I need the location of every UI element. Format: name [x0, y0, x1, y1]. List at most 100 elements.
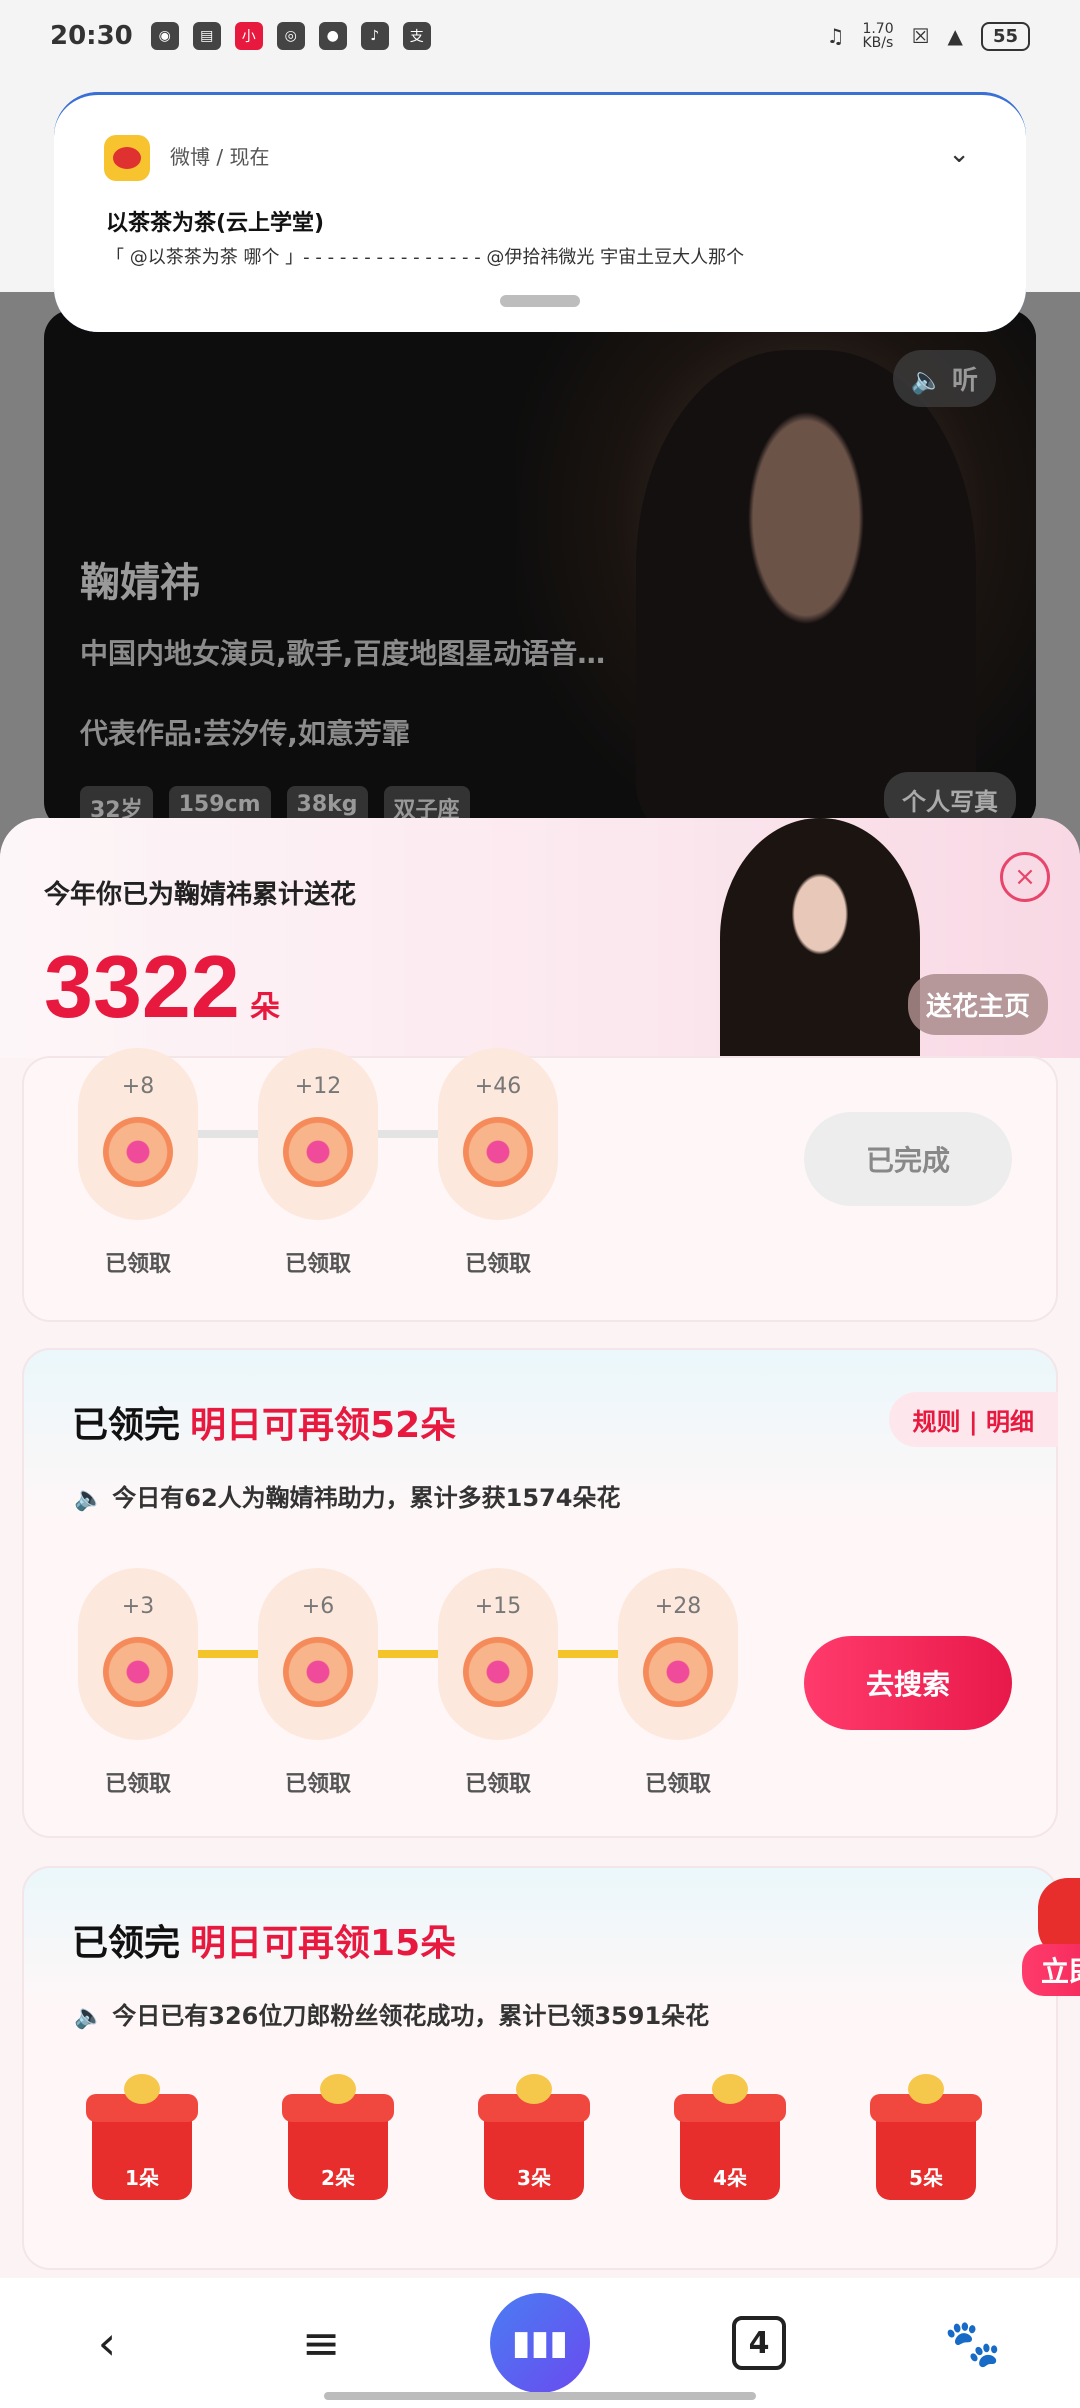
flower-icon [283, 1117, 353, 1187]
chain-link [198, 1130, 258, 1138]
sheet-subtitle: 今年你已为鞠婧祎累计送花 [44, 880, 357, 910]
reward-node: +28 已领取 [618, 1568, 738, 1797]
gift-label: 3朵 [517, 2166, 551, 2190]
flower-icon [463, 1117, 533, 1187]
no-sim-icon: ☒ [911, 24, 930, 48]
star-desc: 中国内地女演员,歌手,百度地图星动语音… [80, 637, 606, 670]
drag-handle[interactable] [500, 295, 580, 307]
reward-amount: +12 [294, 1074, 342, 1099]
dianping-icon: ◎ [276, 22, 305, 50]
reward-chain-2: +3 已领取 +6 已领取 +15 已领取 +28 已领取 [78, 1568, 738, 1797]
star-portrait [636, 350, 976, 830]
reward-status: 已领取 [644, 1772, 711, 1797]
reward-node: +12 已领取 [258, 1048, 378, 1277]
listen-button[interactable]: 🔈 听 [892, 350, 996, 407]
rules-detail-link[interactable]: 规则 | 明细 [888, 1392, 1058, 1447]
baidu-paw-icon[interactable]: 🐾 [928, 2298, 1018, 2388]
headphones-icon: ♫ [826, 24, 845, 48]
reward-chain-1: +8 已领取 +12 已领取 +46 已领取 [78, 1048, 558, 1277]
xiaohongshu-icon: 小 [234, 22, 263, 50]
notification-body: 微博 / 现在 ⌄ 以茶茶为茶(云上学堂) 「 @以茶茶为茶 哪个 」- - -… [54, 92, 1026, 332]
sheet-header: 今年你已为鞠婧祎累计送花 3322 朵 × 送花主页 [0, 818, 1080, 1058]
gift-label: 5朵 [909, 2166, 943, 2190]
reward-node: +8 已领取 [78, 1048, 198, 1277]
task-highlight: 明日可再领52朵 [190, 1405, 457, 1446]
reward-node: +46 已领取 [438, 1048, 558, 1277]
reward-amount: +8 [121, 1074, 155, 1099]
speaker-icon: 🔈 [74, 2002, 104, 2030]
helper-text: 今日已有326位刀郎粉丝领花成功，累计已领3591朵花 [112, 2002, 710, 2030]
tabs-count: 4 [732, 2316, 786, 2370]
tabs-button[interactable]: 4 [714, 2298, 804, 2388]
helper-info: 🔈 今日有62人为鞠婧祎助力，累计多获1574朵花 [74, 1478, 620, 1513]
task-title: 已领完 明日可再领52朵 [72, 1396, 456, 1448]
gift-box-icon[interactable]: 2朵 [282, 2074, 394, 2200]
bottom-nav: ‹ ≡ ▮▮▮ 4 🐾 [0, 2278, 1080, 2408]
gift-row: 1朵 2朵 3朵 4朵 5朵 [86, 2074, 982, 2200]
notification-banner[interactable]: 微博 / 现在 ⌄ 以茶茶为茶(云上学堂) 「 @以茶茶为茶 哪个 」- - -… [54, 92, 1026, 332]
task-status: 已领完 [72, 1405, 181, 1446]
notification-title: 以茶茶为茶(云上学堂) [106, 211, 325, 236]
speaker-icon: 🔈 [74, 1484, 104, 1512]
star-card[interactable]: 🔈 听 鞠婧祎 中国内地女演员,歌手,百度地图星动语音… 代表作品:芸汐传,如意… [44, 310, 1036, 830]
notification-icons: ◉ ▤ 小 ◎ ● ♪ 支 [150, 22, 431, 50]
reward-status: 已领取 [104, 1772, 171, 1797]
reward-amount: +46 [474, 1074, 522, 1099]
gift-label: 2朵 [321, 2166, 355, 2190]
chevron-down-icon[interactable]: ⌄ [948, 139, 970, 169]
close-icon[interactable]: × [1000, 852, 1050, 902]
notification-app: 微博 [170, 145, 210, 169]
status-right: ♫ 1.70 KB/s ☒ ▲ 55 [826, 21, 1030, 51]
task-title: 已领完 明日可再领15朵 [72, 1914, 456, 1966]
gift-box-icon[interactable]: 1朵 [86, 2074, 198, 2200]
chain-link [558, 1650, 618, 1658]
gesture-bar[interactable] [324, 2392, 756, 2400]
reward-amount: +3 [121, 1594, 155, 1619]
star-works: 代表作品:芸汐传,如意芳霏 [80, 717, 410, 750]
chain-link [378, 1650, 438, 1658]
notification-text: 「 @以茶茶为茶 哪个 」- - - - - - - - - - - - - -… [106, 247, 745, 268]
tiktok-icon: ♪ [360, 22, 389, 50]
reward-amount: +6 [301, 1594, 335, 1619]
star-thumbnail [720, 818, 920, 1058]
reward-node: +15 已领取 [438, 1568, 558, 1797]
completed-button[interactable]: 已完成 [804, 1112, 1012, 1206]
status-time: 20:30 [50, 21, 133, 51]
search-button[interactable]: 去搜索 [804, 1636, 1012, 1730]
speaker-icon: 🔈 [910, 366, 943, 396]
back-icon[interactable]: ‹ [62, 2298, 152, 2388]
claim-button[interactable]: 立即领取 [1022, 1944, 1080, 1996]
flower-icon [103, 1637, 173, 1707]
listen-label: 听 [951, 366, 978, 396]
reward-node: +3 已领取 [78, 1568, 198, 1797]
voice-search-icon[interactable]: ▮▮▮ [490, 2293, 590, 2393]
homepage-button[interactable]: 送花主页 [908, 974, 1049, 1035]
reward-status: 已领取 [104, 1252, 171, 1277]
battery: 55 [980, 21, 1030, 51]
gift-label: 1朵 [125, 2166, 159, 2190]
task-highlight: 明日可再领15朵 [190, 1923, 457, 1964]
chain-link [198, 1650, 258, 1658]
notification-meta: 微博 / 现在 [170, 145, 270, 169]
reward-status: 已领取 [464, 1772, 531, 1797]
reward-status: 已领取 [284, 1252, 351, 1277]
menu-icon[interactable]: ≡ [276, 2298, 366, 2388]
flower-sheet: 今年你已为鞠婧祎累计送花 3322 朵 × 送花主页 +8 已领取 +12 已领取 … [0, 818, 1080, 2278]
flower-icon [643, 1637, 713, 1707]
helper-info: 🔈 今日已有326位刀郎粉丝领花成功，累计已领3591朵花 [74, 1996, 709, 2031]
alipay-icon: 支 [402, 22, 431, 50]
reward-node: +6 已领取 [258, 1568, 378, 1797]
task-status: 已领完 [72, 1923, 181, 1964]
gift-box-icon[interactable]: 5朵 [870, 2074, 982, 2200]
gift-box-icon[interactable]: 4朵 [674, 2074, 786, 2200]
flower-count: 3322 [44, 937, 240, 1036]
reward-status: 已领取 [284, 1772, 351, 1797]
task-card-1: +8 已领取 +12 已领取 +46 已领取 已完成 [22, 1048, 1058, 1322]
notification-time: 现在 [229, 145, 270, 169]
weibo-app-icon [104, 135, 150, 181]
wifi-icon: ▲ [947, 24, 963, 48]
gift-box-icon[interactable]: 3朵 [478, 2074, 590, 2200]
location-icon: ● [318, 22, 347, 50]
helper-text: 今日有62人为鞠婧祎助力，累计多获1574朵花 [112, 1484, 621, 1512]
reward-amount: +15 [474, 1594, 522, 1619]
